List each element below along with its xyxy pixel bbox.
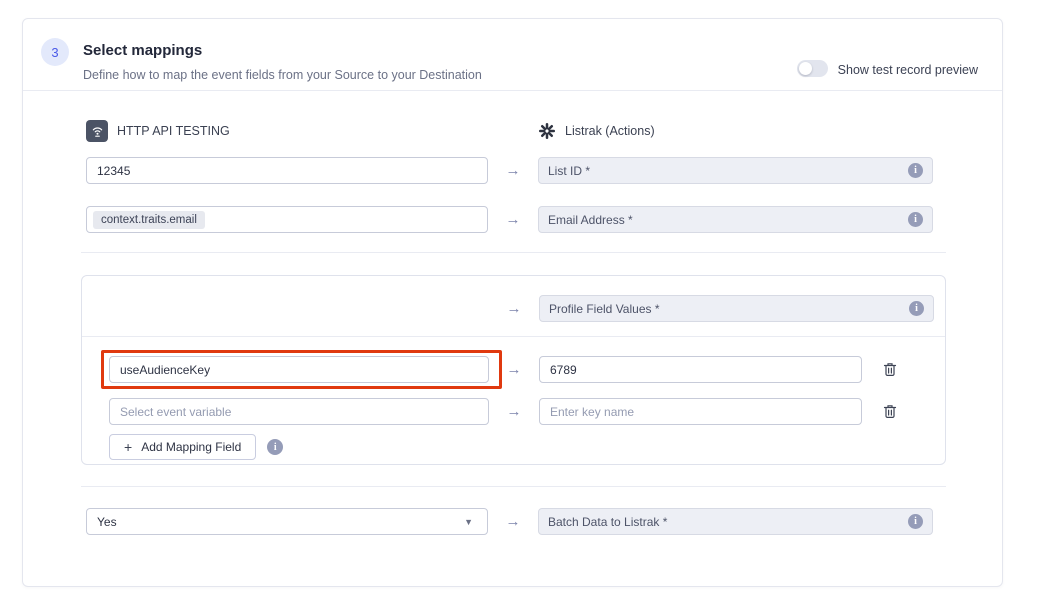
batch-destination-field[interactable]: Batch Data to Listrak * i: [538, 508, 933, 535]
mapping-row-2: →: [109, 398, 945, 425]
info-icon[interactable]: i: [908, 514, 923, 529]
trash-icon: [883, 362, 897, 377]
email-destination-label: Email Address *: [548, 213, 633, 227]
endpoints-header: HTTP API TESTING Listrak (: [86, 119, 1002, 143]
list-id-destination-field[interactable]: List ID * i: [538, 157, 933, 184]
profile-field-values-label: Profile Field Values *: [549, 302, 660, 316]
arrow-icon: →: [489, 300, 539, 317]
trash-icon: [883, 404, 897, 419]
batch-source-selected-value: Yes: [97, 515, 117, 529]
select-mappings-card: 3 Select mappings Define how to map the …: [22, 18, 1003, 587]
http-api-source-icon: [86, 120, 108, 142]
section-divider: [81, 252, 946, 253]
mapping-1-key-input[interactable]: [109, 356, 489, 383]
card-header: 3 Select mappings Define how to map the …: [23, 19, 1002, 91]
mapping-row-email: context.traits.email → Email Address * i: [86, 206, 1002, 233]
mapping-row-1: →: [109, 356, 945, 383]
email-destination-field[interactable]: Email Address * i: [538, 206, 933, 233]
batch-source-select[interactable]: Yes ▼: [86, 508, 488, 535]
source-name-label: HTTP API TESTING: [117, 124, 230, 138]
arrow-icon: →: [489, 403, 539, 420]
page-title: Select mappings: [83, 37, 482, 58]
step-number-badge: 3: [41, 38, 69, 66]
add-mapping-field-button[interactable]: + Add Mapping Field: [109, 434, 256, 460]
mapping-row-profile-field-values: → Profile Field Values * i: [109, 295, 945, 322]
delete-mapping-1-button[interactable]: [881, 361, 899, 379]
email-source-token[interactable]: context.traits.email: [93, 211, 205, 229]
arrow-icon: →: [488, 211, 538, 228]
toggle-knob-icon: [799, 62, 812, 75]
show-test-record-toggle-label: Show test record preview: [838, 63, 978, 77]
mapping-1-value-input[interactable]: [539, 356, 862, 383]
section-divider: [81, 486, 946, 487]
profile-field-values-destination-field[interactable]: Profile Field Values * i: [539, 295, 934, 322]
show-test-record-toggle[interactable]: [797, 60, 828, 77]
plus-icon: +: [124, 439, 132, 455]
destination-name-label: Listrak (Actions): [565, 124, 655, 138]
add-mapping-field-label: Add Mapping Field: [141, 440, 241, 454]
arrow-icon: →: [489, 361, 539, 378]
page-subtitle: Define how to map the event fields from …: [83, 68, 482, 82]
chevron-down-icon: ▼: [464, 517, 473, 527]
batch-destination-label: Batch Data to Listrak *: [548, 515, 667, 529]
mapping-row-list-id: → List ID * i: [86, 157, 1002, 184]
arrow-icon: →: [488, 513, 538, 530]
arrow-icon: →: [488, 162, 538, 179]
listrak-logo-icon: [538, 122, 556, 140]
email-source-input[interactable]: context.traits.email: [86, 206, 488, 233]
add-mapping-field-row: + Add Mapping Field i: [82, 434, 945, 460]
mapping-row-batch: Yes ▼ → Batch Data to Listrak * i: [86, 508, 1002, 535]
info-icon[interactable]: i: [908, 163, 923, 178]
mapping-2-value-input[interactable]: [539, 398, 862, 425]
list-id-destination-label: List ID *: [548, 164, 590, 178]
profile-field-values-group: → Profile Field Values * i →: [81, 275, 946, 465]
group-divider: [82, 336, 945, 337]
delete-mapping-2-button[interactable]: [881, 403, 899, 421]
info-icon[interactable]: i: [908, 212, 923, 227]
list-id-source-input[interactable]: [86, 157, 488, 184]
info-icon[interactable]: i: [267, 439, 283, 455]
info-icon[interactable]: i: [909, 301, 924, 316]
mapping-2-key-input[interactable]: [109, 398, 489, 425]
